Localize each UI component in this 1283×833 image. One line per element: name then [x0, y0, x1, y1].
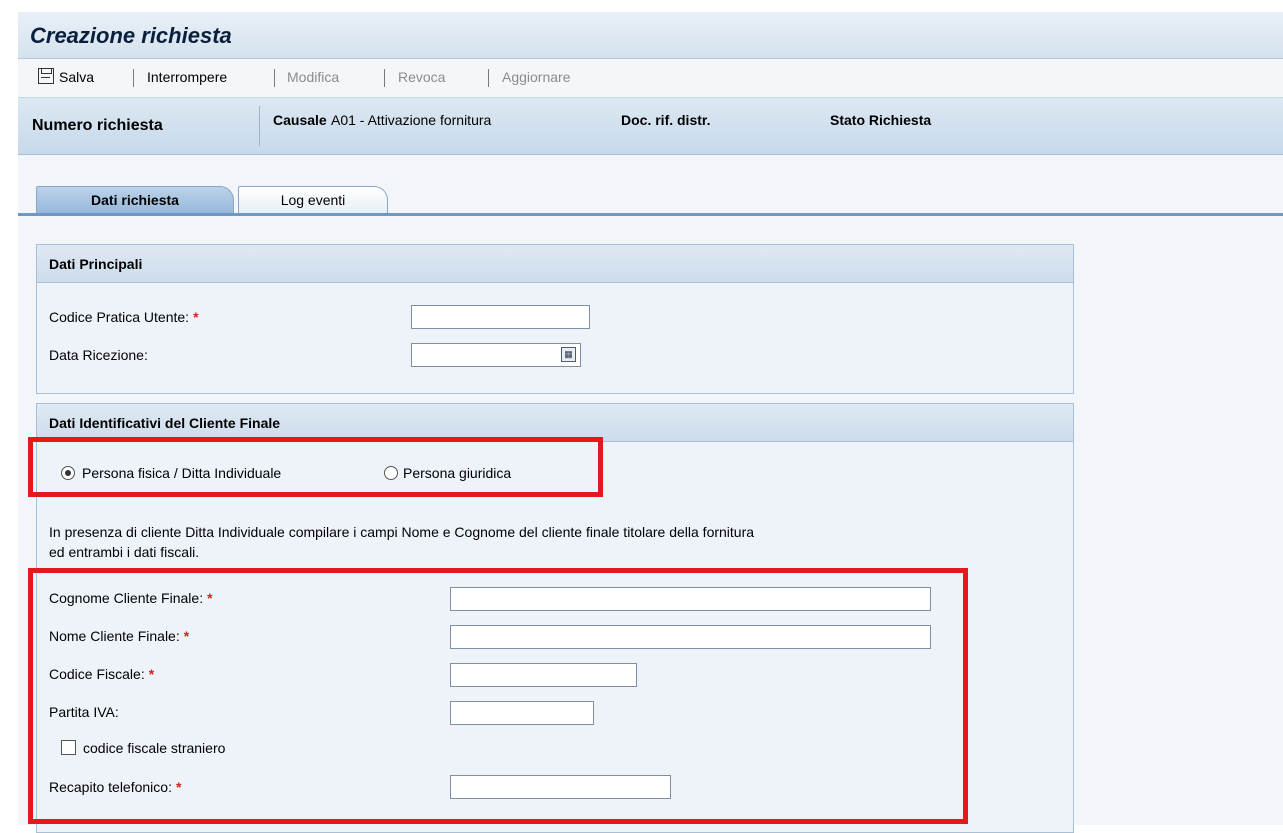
tab-dati-richiesta[interactable]: Dati richiesta	[36, 186, 234, 214]
app-window: Creazione richiesta Salva Interrompere M…	[18, 12, 1283, 833]
header-separator	[259, 106, 260, 146]
toolbar-separator	[274, 69, 275, 87]
user-practice-code-input[interactable]	[411, 305, 590, 329]
name-input[interactable]	[450, 625, 931, 649]
tab-underline	[18, 213, 1283, 216]
toolbar-separator	[488, 69, 489, 87]
client-data-title: Dati Identificativi del Cliente Finale	[37, 404, 1073, 442]
causale-label: Causale	[273, 112, 327, 128]
surname-input[interactable]	[450, 587, 931, 611]
radio-persona-giuridica-label[interactable]: Persona giuridica	[403, 465, 511, 481]
radio-persona-giuridica[interactable]	[384, 466, 398, 480]
save-button[interactable]: Salva	[59, 69, 94, 85]
interrupt-button[interactable]: Interrompere	[147, 69, 227, 85]
toolbar-separator	[133, 69, 134, 87]
radio-persona-fisica-label[interactable]: Persona fisica / Ditta Individuale	[82, 465, 281, 481]
user-practice-code-label: Codice Pratica Utente: *	[49, 309, 199, 325]
calendar-icon[interactable]: ▦	[561, 347, 576, 362]
main-data-section: Dati Principali Codice Pratica Utente: * …	[36, 244, 1074, 394]
hint-text-line1: In presenza di cliente Ditta Individuale…	[49, 524, 755, 540]
surname-label: Cognome Cliente Finale: *	[49, 590, 213, 606]
causale-value: A01 - Attivazione fornitura	[331, 112, 492, 128]
foreign-fiscal-code-label[interactable]: codice fiscale straniero	[83, 740, 225, 756]
edit-button[interactable]: Modifica	[287, 69, 339, 85]
client-data-section: Dati Identificativi del Cliente Finale P…	[36, 403, 1074, 833]
hint-text-line2: ed entrambi i dati fiscali.	[49, 544, 200, 560]
page-title: Creazione richiesta	[30, 23, 232, 48]
receipt-date-label: Data Ricezione:	[49, 347, 148, 363]
request-header: Numero richiesta Causale A01 - Attivazio…	[18, 98, 1283, 155]
foreign-fiscal-code-checkbox[interactable]	[61, 740, 76, 755]
status-label: Stato Richiesta	[830, 112, 932, 128]
required-marker: *	[175, 779, 182, 795]
save-icon[interactable]	[38, 68, 54, 84]
tab-strip: Dati richiesta Log eventi	[18, 180, 1283, 216]
required-marker: *	[148, 666, 155, 682]
toolbar-separator	[384, 69, 385, 87]
required-marker: *	[193, 309, 199, 325]
vat-number-label: Partita IVA:	[49, 704, 119, 720]
title-bar: Creazione richiesta	[18, 12, 1283, 59]
radio-persona-fisica[interactable]	[61, 466, 75, 480]
required-marker: *	[183, 628, 190, 644]
main-data-title: Dati Principali	[37, 245, 1073, 283]
fiscal-code-label: Codice Fiscale: *	[49, 666, 155, 682]
update-button[interactable]: Aggiornare	[502, 69, 571, 85]
receipt-date-input[interactable]: ▦	[411, 343, 581, 367]
phone-label: Recapito telefonico: *	[49, 779, 182, 795]
name-label: Nome Cliente Finale: *	[49, 628, 190, 644]
revoke-button[interactable]: Revoca	[398, 69, 445, 85]
vat-number-input[interactable]	[450, 701, 594, 725]
toolbar: Salva Interrompere Modifica Revoca Aggio…	[18, 59, 1283, 98]
phone-input[interactable]	[450, 775, 671, 799]
request-number-label: Numero richiesta	[32, 117, 163, 134]
doc-rif-label: Doc. rif. distr.	[621, 112, 711, 128]
fiscal-code-input[interactable]	[450, 663, 637, 687]
required-marker: *	[207, 590, 213, 606]
tab-log-eventi[interactable]: Log eventi	[238, 186, 388, 214]
